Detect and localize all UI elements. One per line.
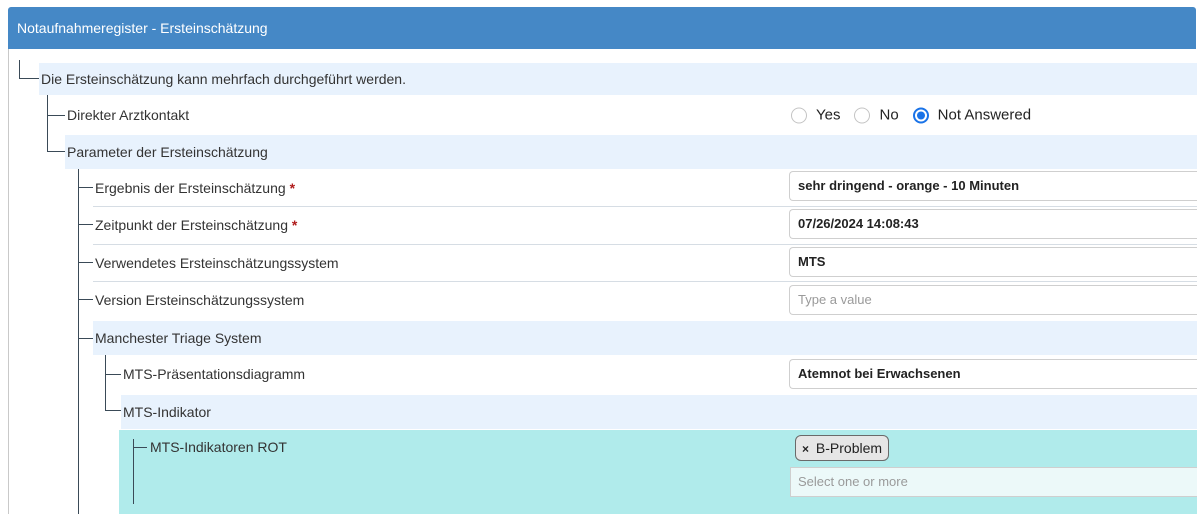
radio-no-label[interactable]: No [879, 107, 898, 124]
params-label: Parameter der Ersteinschätzung [67, 144, 268, 160]
rot-label: MTS-Indikatoren ROT [150, 439, 287, 455]
diagram-field[interactable]: Atemnot bei Erwachsenen [789, 359, 1197, 389]
tree-line [133, 439, 134, 504]
tree-line [78, 169, 79, 514]
window-header: Notaufnahmeregister - Ersteinschätzung [8, 7, 1196, 49]
form-panel: Die Ersteinschätzung kann mehrfach durch… [8, 49, 1197, 514]
result-label-text: Ergebnis der Ersteinschätzung [95, 180, 286, 196]
system-label: Verwendetes Ersteinschätzungssystem [95, 255, 339, 271]
radio-no[interactable] [854, 107, 871, 123]
radio-yes-label[interactable]: Yes [816, 107, 840, 124]
time-label: Zeitpunkt der Ersteinschätzung * [95, 217, 297, 233]
radio-not-answered-label[interactable]: Not Answered [938, 107, 1031, 124]
root-label: Die Ersteinschätzung kann mehrfach durch… [41, 71, 406, 87]
system-field[interactable]: MTS [789, 247, 1197, 277]
tree-line [78, 338, 93, 339]
radio-yes[interactable] [791, 107, 807, 123]
tree-line [47, 151, 65, 152]
indicator-row: MTS-Indikator [121, 395, 1197, 429]
direct-contact-row: Direkter Arztkontakt Yes No Not Answered [65, 97, 1197, 133]
version-input[interactable]: Type a value [789, 285, 1197, 315]
tree-line [105, 355, 106, 411]
time-field[interactable]: 07/26/2024 14:08:43 [789, 209, 1197, 239]
indicator-label: MTS-Indikator [123, 404, 211, 420]
root-row: Die Ersteinschätzung kann mehrfach durch… [39, 63, 1197, 95]
required-mark: * [291, 217, 298, 233]
tree-line [19, 60, 20, 78]
page-title: Notaufnahmeregister - Ersteinschätzung [17, 20, 268, 36]
radio-not-answered[interactable] [912, 107, 929, 123]
tree-line [78, 187, 93, 188]
result-label: Ergebnis der Ersteinschätzung * [95, 180, 295, 196]
tree-line [78, 224, 93, 225]
time-label-text: Zeitpunkt der Ersteinschätzung [95, 217, 288, 233]
tree-line [19, 78, 39, 79]
selected-chip[interactable]: × B-Problem [795, 435, 890, 461]
tree-line [78, 299, 93, 300]
remove-chip-icon[interactable]: × [802, 442, 809, 456]
mts-label: Manchester Triage System [95, 330, 262, 346]
result-field[interactable]: sehr dringend - orange - 10 Minuten [789, 171, 1197, 201]
version-label: Version Ersteinschätzungssystem [95, 292, 305, 308]
tree-line [105, 410, 121, 411]
multi-select-input[interactable]: Select one or more [790, 467, 1197, 497]
params-row: Parameter der Ersteinschätzung [65, 135, 1197, 169]
tree-line [47, 95, 48, 151]
tree-line [105, 374, 121, 375]
tree-line [78, 262, 93, 263]
chip-label: B-Problem [815, 440, 883, 456]
mts-row: Manchester Triage System [93, 321, 1197, 355]
diagram-label: MTS-Präsentationsdiagramm [123, 366, 306, 382]
tree-line [47, 115, 65, 116]
required-mark: * [289, 180, 296, 196]
direct-contact-radios: Yes No Not Answered [791, 107, 1045, 124]
tree-line [133, 447, 147, 448]
direct-contact-label: Direkter Arztkontakt [67, 107, 190, 123]
